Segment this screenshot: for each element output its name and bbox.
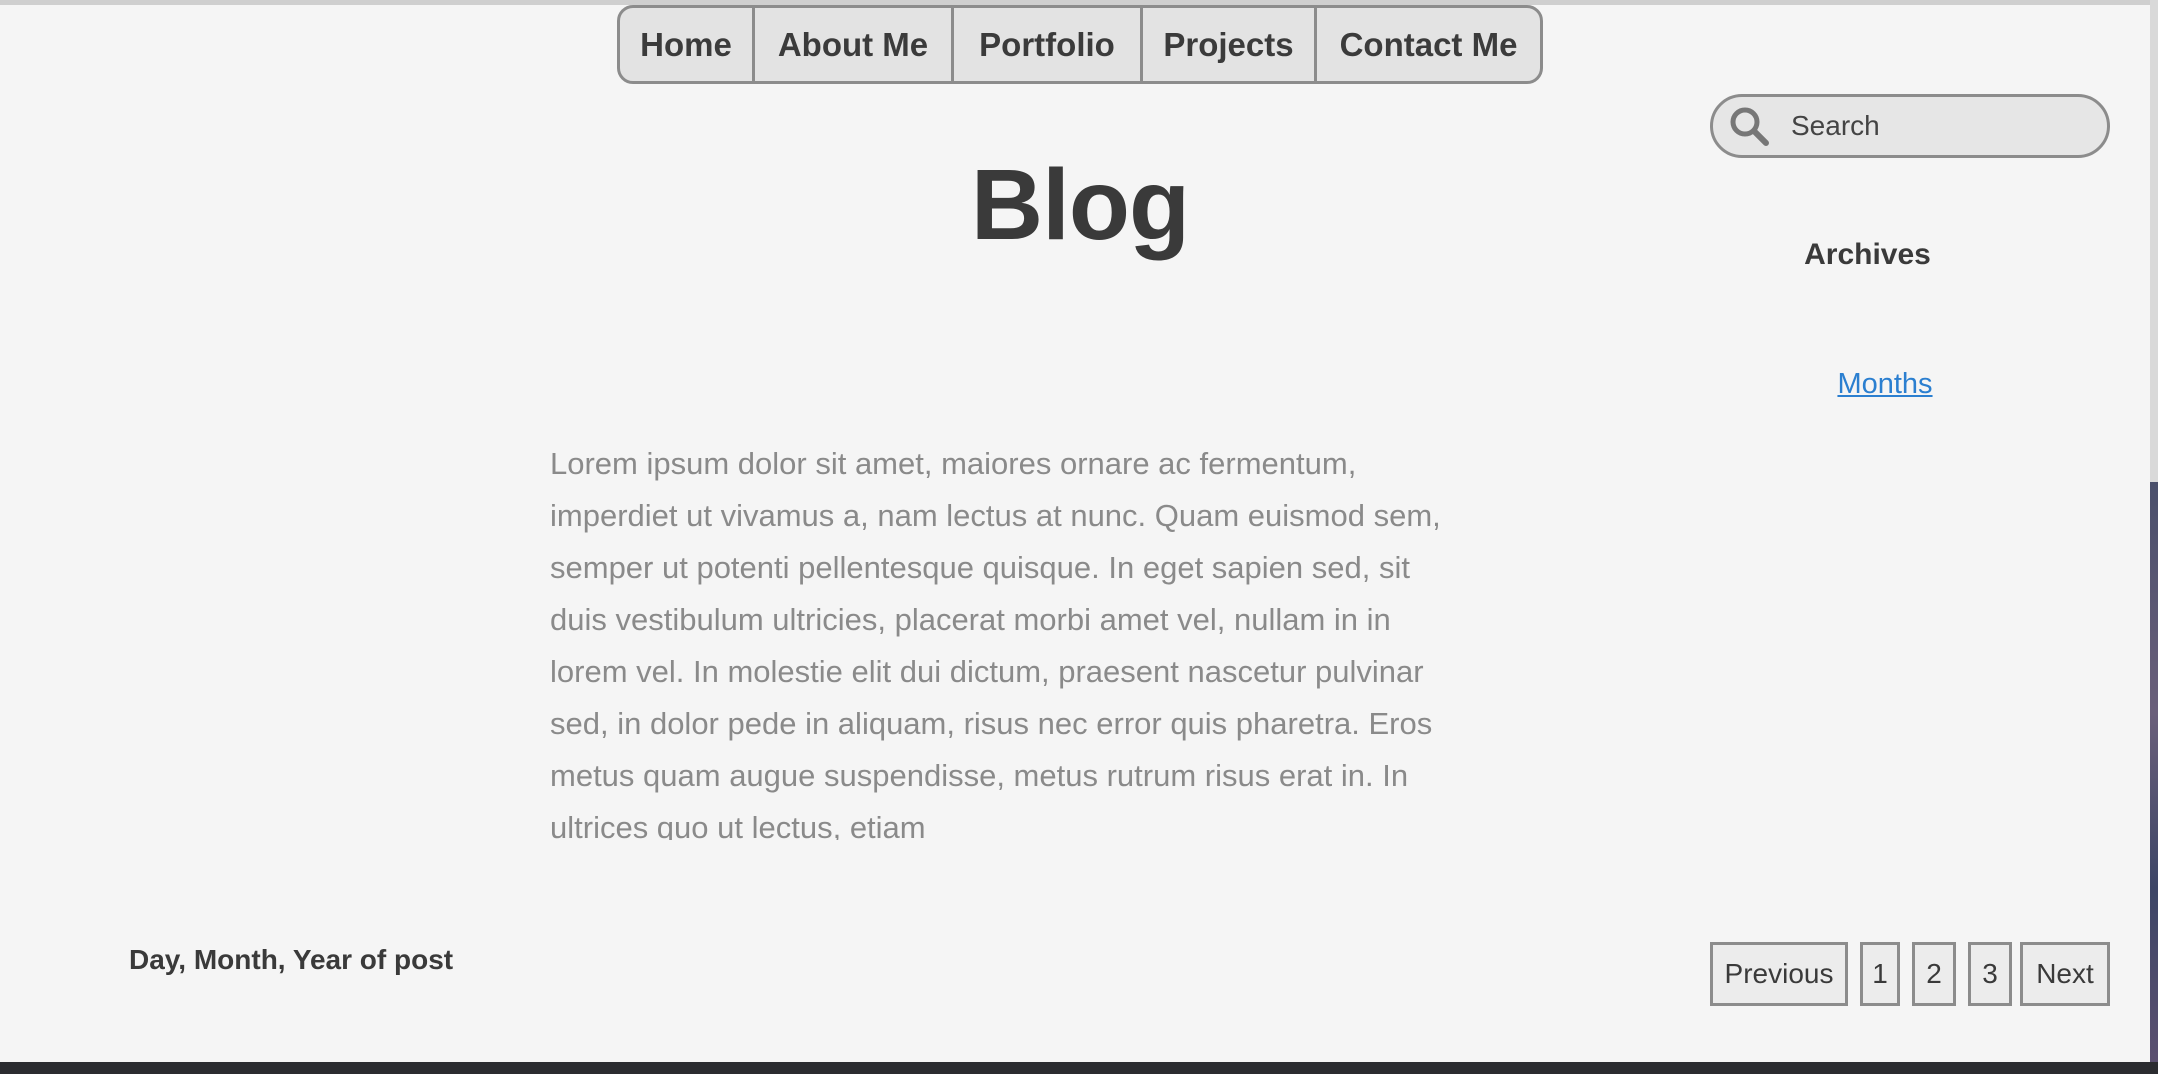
archives-heading: Archives <box>1804 238 1931 271</box>
nav-item-portfolio[interactable]: Portfolio <box>954 8 1143 81</box>
nav-item-home[interactable]: Home <box>620 8 755 81</box>
pagination: Previous 1 2 3 Next <box>1710 942 2110 1006</box>
window-edge <box>2150 0 2158 1062</box>
next-button[interactable]: Next <box>2020 942 2110 1006</box>
search-input[interactable]: Search <box>1710 94 2110 158</box>
background-image-edge <box>2150 482 2158 1062</box>
main-navigation: Home About Me Portfolio Projects Contact… <box>617 5 1543 84</box>
nav-item-projects[interactable]: Projects <box>1143 8 1317 81</box>
post-body: Lorem ipsum dolor sit amet, maiores orna… <box>550 446 1441 840</box>
previous-button[interactable]: Previous <box>1710 942 1848 1006</box>
page-2-button[interactable]: 2 <box>1912 942 1956 1006</box>
search-icon <box>1719 97 1779 155</box>
page-title: Blog <box>970 149 1190 261</box>
bottom-bar <box>0 1062 2158 1074</box>
page-1-button[interactable]: 1 <box>1860 942 1900 1006</box>
search-placeholder: Search <box>1791 110 1880 141</box>
page-3-button[interactable]: 3 <box>1968 942 2012 1006</box>
post-date: Day, Month, Year of post <box>129 944 454 975</box>
months-link[interactable]: Months <box>1830 368 1940 401</box>
nav-item-about-me[interactable]: About Me <box>755 8 954 81</box>
nav-item-contact-me[interactable]: Contact Me <box>1317 8 1540 81</box>
